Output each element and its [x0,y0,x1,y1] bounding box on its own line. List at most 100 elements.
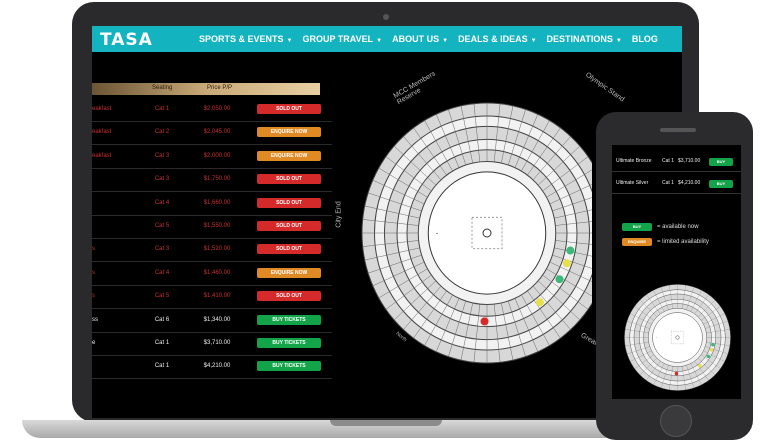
highlighted-seat-block [698,364,702,368]
nav-item-sports-events[interactable]: SPORTS & EVENTS ▼ [199,34,292,44]
enquire-now-button[interactable]: ENQUIRE NOW [257,150,321,161]
phone-name: Ultimate Bronze [616,158,652,164]
nav-item-group-travel[interactable]: GROUP TRAVEL ▼ [302,34,382,44]
table-row: eakfast Cat 3 $2,000.00 ENQUIRE NOW [92,146,332,169]
legend-text: = available now [657,224,699,230]
phone-row: Ultimate Bronze Cat 1 $3,710.00 BUY [612,153,741,172]
laptop-screen: TASA SPORTS & EVENTS ▼ GROUP TRAVEL ▼ ABOUT … [92,26,682,418]
seating-category: Cat 5 [154,223,170,229]
playing-field [652,312,703,363]
chevron-down-icon: ▼ [376,38,383,44]
buy-tickets-button[interactable]: BUY TICKETS [257,361,321,372]
highlighted-seat-block [566,246,575,255]
stadium-seating-map[interactable] [332,78,613,383]
seating-category: Cat 6 [154,316,170,323]
price-per-person: $1,340.00 [203,316,231,323]
seating-header: Seating [152,85,173,91]
highlighted-seat-block [480,317,489,326]
table-row: eakfast Cat 1 $2,050.00 SOLD OUT [92,99,332,122]
package-name: eakfast [92,106,112,112]
seating-category: Cat 4 [154,199,170,206]
seating-category: Cat 2 [154,129,170,136]
highlighted-seat-block [709,348,714,352]
seating-category: Cat 3 [154,176,170,183]
buy-button[interactable]: BUY [709,158,733,166]
table-row: ss Cat 6 $1,340.00 BUY TICKETS [92,310,332,333]
seating-category: Cat 1 [154,363,170,370]
nav-item-blog[interactable]: BLOG [632,34,658,44]
sold-out-button: SOLD OUT [257,244,321,255]
table-row: s Cat 4 $1,460.00 ENQUIRE NOW [92,263,332,286]
phone-seating: Cat 1 [662,180,674,186]
nav-item-destinations[interactable]: DESTINATIONS ▼ [547,34,622,44]
seating-category: Cat 4 [154,269,170,276]
nav-item-about-us[interactable]: ABOUT US ▼ [392,34,448,44]
sold-out-button: SOLD OUT [257,174,321,185]
highlighted-seat-block [674,371,679,376]
seating-category: Cat 5 [154,293,170,300]
chevron-down-icon: ▼ [286,38,293,44]
enquire-now-button[interactable]: ENQUIRE NOW [257,267,321,278]
price-per-person: $4,210.00 [203,363,231,370]
package-name: s [92,246,95,253]
price-per-person: $3,710.00 [203,340,231,346]
highlighted-seat-block [555,275,564,284]
table-row: Cat 1 $4,210.00 BUY TICKETS [92,356,332,380]
sold-out-button: SOLD OUT [257,104,321,114]
table-row: e Cat 1 $3,710.00 BUY TICKETS [92,333,332,356]
enquire-now-button[interactable]: ENQUIRE NOW [257,127,321,138]
table-row: Cat 5 $1,550.00 SOLD OUT [92,216,332,239]
price-per-person: $1,520.00 [203,246,231,253]
chevron-down-icon: ▼ [615,38,622,44]
seating-category: Cat 1 [154,340,170,346]
table-row: s Cat 5 $1,410.00 SOLD OUT [92,286,332,310]
table-header: Seating Price P/P [92,83,320,95]
buy-button[interactable]: BUY [709,180,733,188]
phone-name: Ultimate Silver [616,180,649,186]
price-per-person: $1,750.00 [203,176,231,183]
price-per-person: $1,460.00 [203,269,231,276]
nav-item-deals-ideas[interactable]: DEALS & IDEAS ▼ [458,34,536,44]
package-name: eakfast [92,152,112,159]
phone-row: Ultimate Silver Cat 1 $4,210.00 BUY [612,175,741,194]
buy-tickets-button[interactable]: BUY TICKETS [257,338,321,348]
package-name: s [92,269,95,276]
table-row: eakfast Cat 2 $2,045.00 ENQUIRE NOW [92,122,332,146]
package-name: s [92,293,95,300]
price-per-person: $1,410.00 [203,293,231,300]
chevron-down-icon: ▼ [530,38,537,44]
legend-enquire-button: ENQUIRE [622,238,652,246]
nav-menu: SPORTS & EVENTS ▼ GROUP TRAVEL ▼ ABOUT US ▼ DE… [199,34,658,44]
phone-price: $4,210.00 [678,180,701,186]
laptop-notch [330,420,442,426]
camera-icon [383,14,389,20]
phone-stadium-map[interactable] [620,280,735,399]
price-per-person: $1,660.00 [203,199,231,206]
seating-category: Cat 3 [154,152,170,159]
highlighted-seat-block [711,342,715,347]
buy-tickets-button[interactable]: BUY TICKETS [257,314,321,325]
playing-field [427,171,547,295]
home-button[interactable] [660,405,692,437]
legend-text: = limited availability [657,239,709,245]
package-name: eakfast [92,129,112,136]
sold-out-button: SOLD OUT [257,291,321,302]
legend-buy-button: BUY [622,223,652,231]
phone-seating: Cat 1 [662,158,674,164]
phone-screen: Ultimate Bronze Cat 1 $3,710.00 BUY Ultimate… [612,145,741,399]
top-navigation: TASA SPORTS & EVENTS ▼ GROUP TRAVEL ▼ ABOUT … [92,26,682,52]
price-per-person: $2,045.00 [203,129,231,136]
sold-out-button: SOLD OUT [257,197,321,208]
price-per-person: $2,000.00 [203,152,231,159]
price-per-person: $2,050.00 [203,106,231,112]
highlighted-seat-block [535,298,544,307]
price-header: Price P/P [207,85,233,91]
tasa-logo[interactable]: TASA [100,30,153,50]
package-name: e [92,340,96,346]
table-row: Cat 4 $1,660.00 SOLD OUT [92,193,332,216]
seating-category: Cat 1 [154,106,170,112]
seating-category: Cat 3 [154,246,170,253]
phone-speaker [660,128,696,132]
price-per-person: $1,550.00 [203,223,231,229]
package-name: ss [92,316,98,323]
